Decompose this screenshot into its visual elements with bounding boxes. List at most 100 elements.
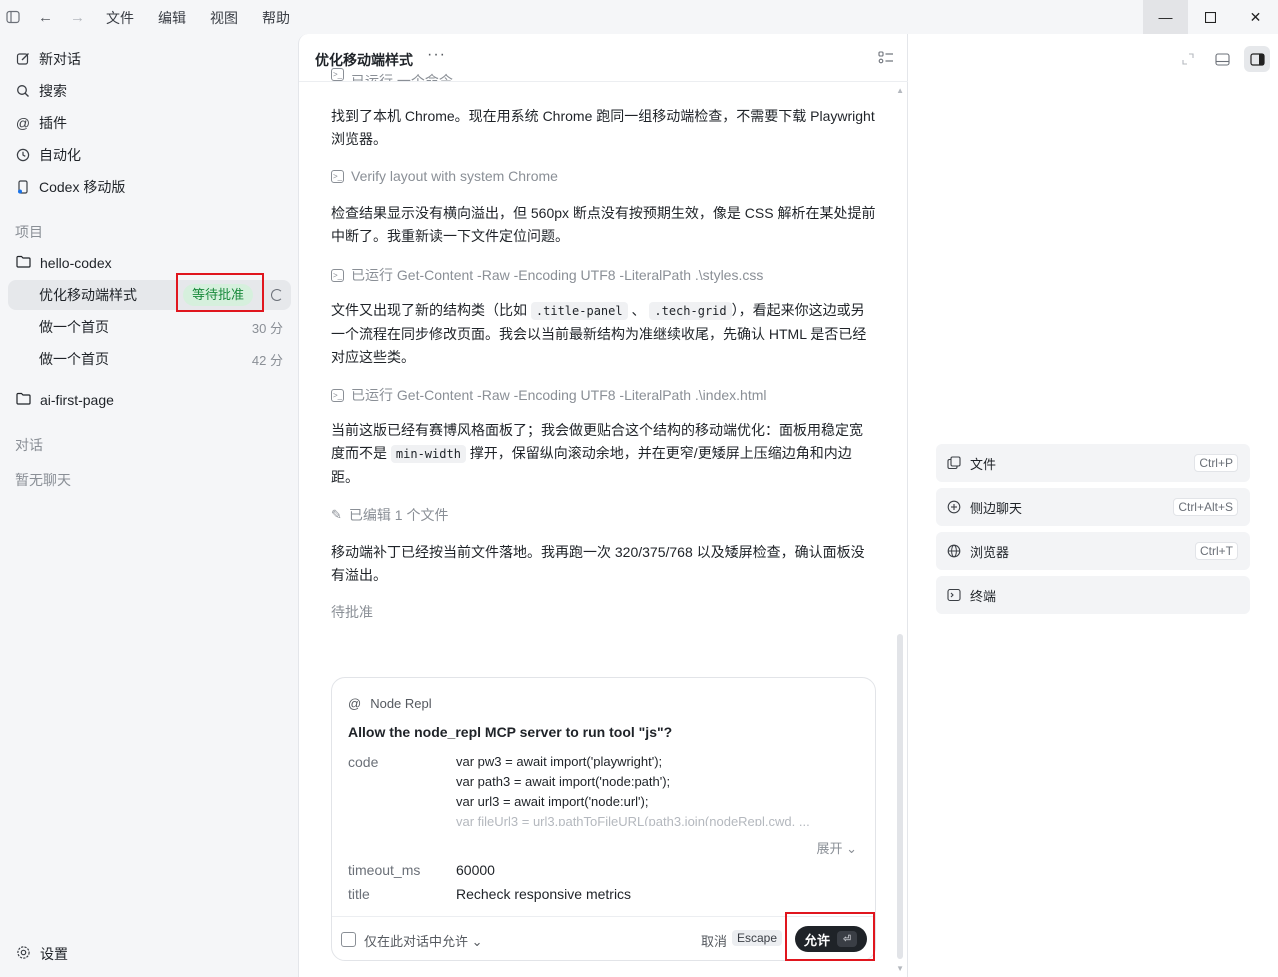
cancel-button[interactable]: 取消	[701, 931, 727, 950]
action-files[interactable]: 文件 Ctrl+P	[936, 444, 1250, 482]
thread-title: 优化移动端样式	[39, 287, 137, 303]
back-arrow-icon[interactable]: ←	[38, 9, 53, 26]
title-key: title	[348, 886, 370, 902]
nav-codex-mobile[interactable]: Codex 移动版	[16, 176, 125, 198]
nav-plugins[interactable]: @ 插件	[16, 112, 67, 134]
maximize-button[interactable]	[1188, 0, 1233, 34]
thread-title: 做一个首页	[39, 351, 109, 367]
shortcut-badge: Ctrl+Alt+S	[1173, 498, 1238, 516]
more-options-icon[interactable]: ···	[427, 46, 446, 64]
nav-automation-label: 自动化	[39, 147, 81, 163]
settings-button[interactable]: 设置	[16, 944, 68, 964]
checklist-icon[interactable]	[878, 50, 894, 66]
tool-edit-line[interactable]: ✎ 已编辑 1 个文件	[331, 505, 448, 525]
edit-icon	[16, 52, 30, 66]
message-paragraph: 检查结果显示没有横向溢出，但 560px 断点没有按预期生效，像是 CSS 解析…	[331, 205, 876, 244]
pencil-icon: ✎	[331, 507, 342, 522]
terminal-icon: >_	[331, 388, 344, 402]
nav-search[interactable]: 搜索	[16, 80, 67, 102]
inline-code: .title-panel	[530, 302, 628, 320]
clock-icon	[16, 148, 30, 162]
loading-spinner-icon	[271, 289, 283, 301]
nav-codex-mobile-label: Codex 移动版	[39, 179, 126, 195]
thread-item[interactable]: 做一个首页 42 分	[8, 344, 291, 374]
text-segment: 文件又出现了新的结构类（比如	[331, 302, 527, 318]
code-preview: var pw3 = await import('playwright'); va…	[456, 752, 836, 826]
allow-button[interactable]: 允许 ⏎	[795, 926, 867, 952]
shortcut-badge: Ctrl+P	[1194, 454, 1238, 472]
action-side-chat[interactable]: 侧边聊天 Ctrl+Alt+S	[936, 488, 1250, 526]
thread-time: 42 分	[251, 352, 283, 368]
message-paragraph: 找到了本机 Chrome。现在用系统 Chrome 跑同一组移动端检查，不需要下…	[331, 108, 875, 147]
no-chats-text: 暂无聊天	[15, 472, 71, 488]
plus-circle-icon	[947, 500, 961, 514]
tool-edit-text: 已编辑 1 个文件	[348, 507, 449, 523]
escape-shortcut-badge: Escape	[732, 930, 783, 946]
code-line-faded: var fileUrl3 = url3.pathToFileURL(path3.…	[456, 814, 810, 826]
message-paragraph: 移动端补丁已经按当前文件落地。我再跑一次 320/375/768 以及矮屏检查，…	[331, 544, 865, 583]
message-paragraph: 当前这版已经有赛博风格面板了；我会做更贴合这个结构的移动端优化：面板用稳定宽度而…	[331, 419, 876, 489]
menu-help[interactable]: 帮助	[262, 8, 290, 28]
window-controls: — ✕	[1143, 0, 1278, 34]
thread-time: 30 分	[251, 320, 283, 336]
timeout-value: 60000	[456, 862, 495, 878]
code-line: var pw3 = await import('playwright');	[456, 754, 663, 769]
menu-file[interactable]: 文件	[106, 8, 134, 28]
only-this-chat-checkbox[interactable]	[341, 932, 356, 947]
project-ai-first-page[interactable]: ai-first-page	[16, 389, 114, 411]
tool-run-text: 已运行 Get-Content -Raw -Encoding UTF8 -Lit…	[351, 387, 767, 403]
inline-code: .tech-grid	[649, 302, 732, 320]
status-badge: 等待批准	[183, 284, 254, 306]
sidebar: 新对话 搜索 @ 插件 自动化 Codex 移动版 项目 hello-codex…	[0, 34, 298, 977]
timeout-key: timeout_ms	[348, 862, 421, 878]
scrollbar-thumb[interactable]	[897, 634, 903, 959]
project-ai-first-page-label: ai-first-page	[40, 392, 114, 408]
scroll-up-arrow-icon[interactable]: ▲	[896, 86, 904, 95]
forward-arrow-icon[interactable]: →	[70, 9, 85, 26]
terminal-icon: >_	[331, 169, 344, 183]
action-label: 文件	[970, 456, 997, 472]
only-this-chat-dropdown[interactable]: 仅在此对话中允许 ⌄	[364, 931, 483, 950]
scroll-down-arrow-icon[interactable]: ▼	[896, 964, 904, 973]
search-icon	[16, 84, 30, 98]
minimize-button[interactable]: —	[1143, 0, 1188, 34]
side-panel-toggle-icon[interactable]	[1244, 46, 1270, 72]
folder-icon	[16, 255, 31, 271]
chevron-down-icon: ⌄	[471, 934, 483, 949]
tool-run-text: 已运行 一个命令	[351, 73, 453, 81]
tool-run-line[interactable]: >_ 已运行 Get-Content -Raw -Encoding UTF8 -…	[331, 265, 763, 285]
tool-run-line[interactable]: >_ 已运行 Get-Content -Raw -Encoding UTF8 -…	[331, 385, 767, 405]
minimize-icon: —	[1158, 9, 1173, 25]
title-bar: ← → 文件 编辑 视图 帮助 — ✕	[0, 0, 1278, 34]
menu-view[interactable]: 视图	[210, 8, 238, 28]
expand-panel-icon[interactable]	[1179, 50, 1197, 68]
action-label: 浏览器	[970, 544, 1010, 560]
project-hello-codex[interactable]: hello-codex	[16, 252, 112, 274]
menu-edit[interactable]: 编辑	[158, 8, 186, 28]
nav-new-chat[interactable]: 新对话	[16, 48, 81, 70]
maximize-icon	[1205, 11, 1216, 23]
projects-section-label: 项目	[15, 224, 43, 240]
globe-icon	[947, 544, 961, 558]
thread-item[interactable]: 做一个首页 30 分	[8, 312, 291, 342]
nav-automation[interactable]: 自动化	[16, 144, 81, 166]
files-icon	[947, 456, 961, 470]
sidebar-toggle-icon[interactable]	[6, 10, 20, 24]
inline-code: min-width	[390, 445, 466, 463]
thread-title: 做一个首页	[39, 319, 109, 335]
bottom-panel-icon[interactable]	[1213, 50, 1231, 68]
code-line: var url3 = await import('node:url');	[456, 794, 649, 809]
tool-run-line[interactable]: >_ Verify layout with system Chrome	[331, 168, 558, 184]
nav-plugins-label: 插件	[39, 115, 67, 131]
action-terminal[interactable]: 终端	[936, 576, 1250, 614]
title-value: Recheck responsive metrics	[456, 886, 632, 902]
terminal-icon: >_	[331, 68, 344, 81]
chats-section-label: 对话	[15, 437, 43, 453]
action-browser[interactable]: 浏览器 Ctrl+T	[936, 532, 1250, 570]
close-button[interactable]: ✕	[1233, 0, 1278, 34]
allow-label: 允许	[804, 932, 831, 948]
close-icon: ✕	[1249, 8, 1262, 25]
expand-button[interactable]: 展开 ⌄	[816, 838, 857, 857]
enter-key-icon: ⏎	[837, 931, 858, 947]
project-hello-codex-label: hello-codex	[40, 255, 112, 271]
